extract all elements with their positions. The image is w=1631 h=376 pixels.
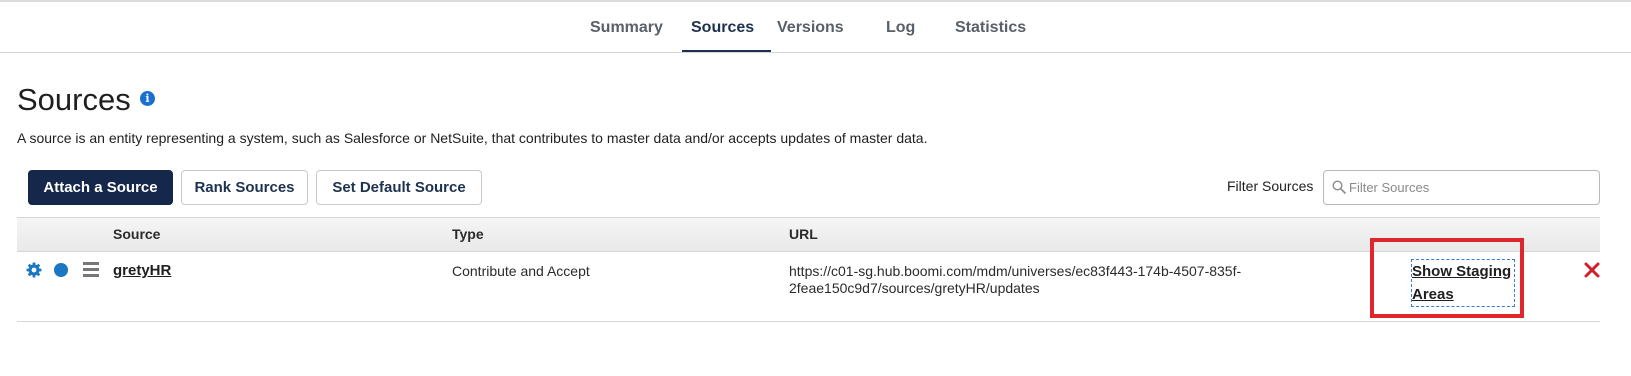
tab-bar: Summary Sources Versions Log Statistics bbox=[0, 2, 1631, 53]
tab-versions[interactable]: Versions bbox=[777, 19, 844, 37]
delete-icon[interactable] bbox=[1583, 261, 1601, 279]
status-dot-icon bbox=[54, 263, 68, 277]
set-default-source-button[interactable]: Set Default Source bbox=[316, 170, 482, 205]
table-header: Source Type URL bbox=[17, 217, 1600, 252]
table-row: gretyHR Contribute and Accept https://c0… bbox=[17, 252, 1600, 322]
gear-icon[interactable] bbox=[26, 262, 42, 278]
column-header-url[interactable]: URL bbox=[789, 226, 818, 242]
page-title: Sources bbox=[17, 82, 131, 117]
source-type: Contribute and Accept bbox=[452, 263, 590, 279]
page-description: A source is an entity representing a sys… bbox=[17, 130, 928, 146]
show-staging-areas-link[interactable]: Show Staging Areas bbox=[1411, 259, 1515, 307]
column-header-source[interactable]: Source bbox=[113, 226, 160, 242]
source-url: https://c01-sg.hub.boomi.com/mdm/univers… bbox=[789, 263, 1242, 296]
info-icon[interactable]: i bbox=[140, 91, 155, 106]
drag-handle-icon[interactable] bbox=[83, 262, 99, 277]
column-header-type[interactable]: Type bbox=[452, 226, 484, 242]
filter-sources-field[interactable] bbox=[1323, 170, 1600, 205]
tab-sources[interactable]: Sources bbox=[691, 19, 754, 37]
rank-sources-button[interactable]: Rank Sources bbox=[181, 170, 308, 205]
tab-statistics[interactable]: Statistics bbox=[955, 19, 1026, 37]
search-icon bbox=[1332, 180, 1346, 194]
active-tab-indicator bbox=[682, 50, 771, 52]
source-link[interactable]: gretyHR bbox=[113, 262, 171, 279]
attach-source-button[interactable]: Attach a Source bbox=[28, 170, 173, 205]
tab-summary[interactable]: Summary bbox=[590, 19, 663, 37]
filter-sources-input[interactable] bbox=[1349, 171, 1594, 204]
tab-log[interactable]: Log bbox=[886, 19, 915, 37]
filter-sources-label: Filter Sources bbox=[1227, 178, 1314, 194]
